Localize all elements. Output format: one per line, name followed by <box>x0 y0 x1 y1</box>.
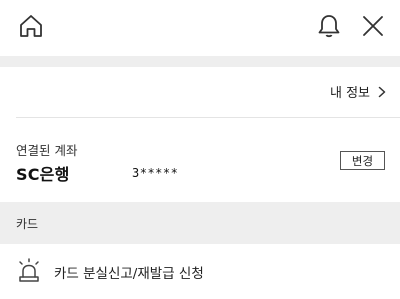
home-icon[interactable] <box>15 11 47 41</box>
menu-item-label: 카드 분실신고/재발급 신청 <box>54 266 204 282</box>
account-number: 3***** <box>132 166 179 180</box>
chevron-right-icon <box>378 86 386 97</box>
close-icon[interactable] <box>357 10 389 42</box>
my-info-label: 내 정보 <box>329 86 370 101</box>
my-info-link[interactable]: 내 정보 <box>330 82 386 101</box>
linked-account-label: 연결된 계좌 <box>16 143 78 158</box>
bank-name: SC은행 <box>16 165 70 184</box>
card-lost-report-item[interactable]: 카드 분실신고/재발급 신청 <box>0 246 400 299</box>
card-section-header: 카드 <box>0 202 400 244</box>
top-separator-band <box>0 56 400 67</box>
section-title: 카드 <box>16 217 39 231</box>
siren-icon <box>15 258 43 284</box>
top-bar <box>0 0 400 54</box>
my-info-row: 내 정보 <box>0 67 400 116</box>
divider <box>16 117 400 118</box>
bell-icon[interactable] <box>313 10 345 42</box>
change-account-button[interactable]: 변경 <box>340 151 385 170</box>
